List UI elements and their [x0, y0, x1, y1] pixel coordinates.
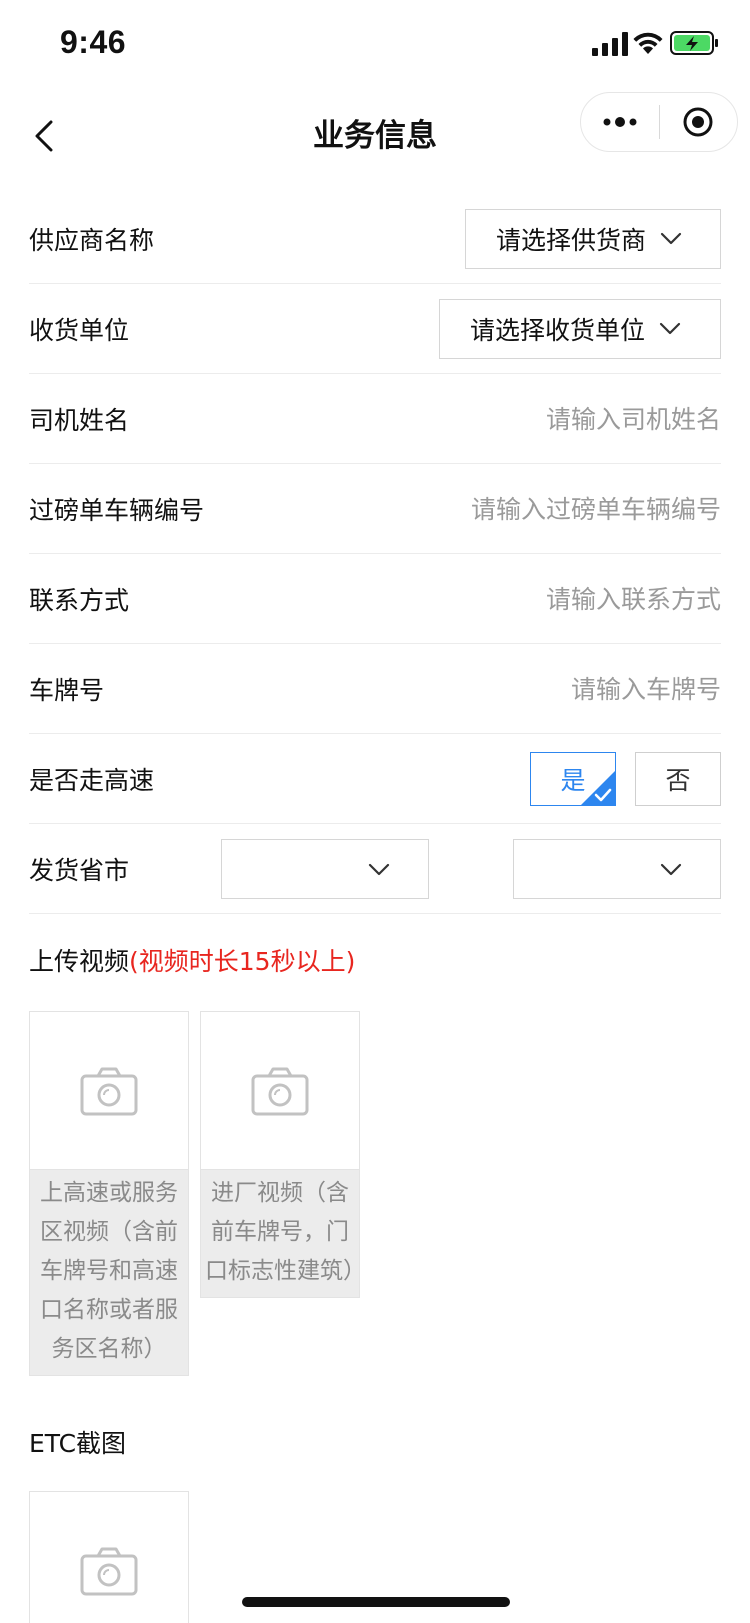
upload-placeholder[interactable]: [201, 1012, 359, 1170]
battery-charging-icon: [670, 31, 718, 55]
signal-icon: [592, 32, 628, 56]
nav-bar: 业务信息: [0, 92, 750, 180]
home-indicator: [242, 1597, 510, 1607]
upload-placeholder[interactable]: [30, 1012, 188, 1170]
weigh-vehicle-no-label: 过磅单车辆编号: [29, 495, 205, 525]
etc-screenshot-upload[interactable]: [29, 1491, 189, 1623]
status-time: 9:46: [60, 24, 127, 60]
plate-no-label: 车牌号: [29, 675, 105, 705]
chevron-down-icon: [368, 863, 390, 876]
origin-row: 发货省市: [29, 824, 721, 914]
receiver-row: 收货单位 请选择收货单位: [29, 284, 721, 374]
highway-row: 是否走高速 是 否: [29, 734, 721, 824]
highway-no-option[interactable]: 否: [635, 752, 721, 806]
upload-placeholder[interactable]: [30, 1492, 188, 1623]
upload-video-note: (视频时长15秒以上): [129, 947, 356, 976]
more-dots-icon: [603, 117, 637, 127]
origin-label: 发货省市: [29, 855, 130, 885]
upload-caption: 上高速或服务区视频（含前车牌号和高速口名称或者服务区名称）: [40, 1180, 178, 1362]
factory-video-upload[interactable]: 进厂视频（含前车牌号，门口标志性建筑）: [200, 1011, 366, 1298]
province-select[interactable]: [221, 839, 429, 899]
camera-icon: [80, 1067, 138, 1115]
weigh-vehicle-no-row: 过磅单车辆编号: [29, 464, 721, 554]
record-target-icon: [683, 107, 713, 137]
chevron-down-icon: [660, 232, 682, 245]
selected-check-icon: [581, 771, 615, 805]
city-select[interactable]: [513, 839, 721, 899]
etc-title: ETC截图: [29, 1429, 127, 1458]
business-info-form: 供应商名称 请选择供货商 收货单位 请选择收货单位 司机姓名 过磅单车辆编号 联…: [29, 194, 721, 914]
receiver-select[interactable]: 请选择收货单位: [439, 299, 721, 359]
contact-input[interactable]: [361, 554, 721, 644]
driver-name-row: 司机姓名: [29, 374, 721, 464]
highway-video-upload[interactable]: 上高速或服务区视频（含前车牌号和高速口名称或者服务区名称）: [29, 1011, 189, 1376]
weigh-vehicle-no-input[interactable]: [421, 464, 721, 554]
driver-name-input[interactable]: [361, 374, 721, 464]
receiver-label: 收货单位: [29, 315, 130, 345]
camera-icon: [251, 1067, 309, 1115]
driver-name-label: 司机姓名: [29, 405, 130, 435]
supplier-select-value: 请选择供货商: [496, 226, 647, 255]
supplier-label: 供应商名称: [29, 225, 155, 255]
back-button[interactable]: [22, 106, 66, 166]
upload-video-title-text: 上传视频: [29, 947, 130, 976]
chevron-down-icon: [660, 863, 682, 876]
plate-no-input[interactable]: [361, 644, 721, 734]
supplier-select[interactable]: 请选择供货商: [465, 209, 721, 269]
status-bar: 9:46: [0, 0, 750, 92]
receiver-select-value: 请选择收货单位: [470, 316, 646, 345]
more-button[interactable]: [581, 93, 659, 151]
upload-caption: 进厂视频（含前车牌号，门口标志性建筑）: [205, 1180, 366, 1284]
highway-no-label: 否: [665, 766, 691, 795]
supplier-row: 供应商名称 请选择供货商: [29, 194, 721, 284]
close-miniprogram-button[interactable]: [660, 93, 738, 151]
mini-program-capsule: [580, 92, 738, 152]
wifi-icon: [633, 32, 663, 54]
camera-icon: [80, 1547, 138, 1596]
contact-row: 联系方式: [29, 554, 721, 644]
chevron-down-icon: [659, 322, 681, 335]
contact-label: 联系方式: [29, 585, 130, 615]
chevron-left-icon: [35, 120, 53, 152]
highway-label: 是否走高速: [29, 765, 155, 795]
highway-yes-option[interactable]: 是: [530, 752, 616, 806]
plate-no-row: 车牌号: [29, 644, 721, 734]
upload-video-title: 上传视频(视频时长15秒以上): [29, 942, 355, 978]
